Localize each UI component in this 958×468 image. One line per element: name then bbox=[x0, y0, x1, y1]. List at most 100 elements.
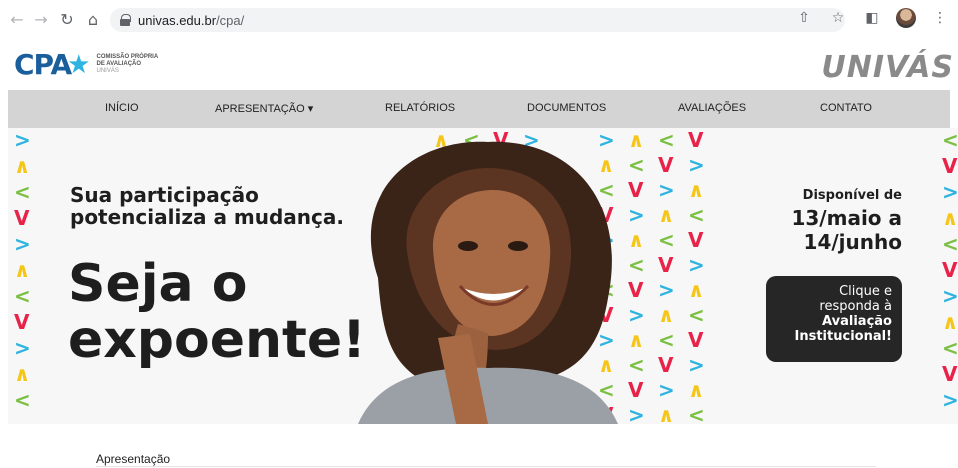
star-icon[interactable]: ☆ bbox=[828, 8, 848, 28]
nav-item-contato[interactable]: CONTATO bbox=[820, 102, 872, 114]
chevron-icon: ∧ bbox=[688, 278, 705, 302]
section-title: Apresentação bbox=[96, 452, 171, 466]
profile-avatar[interactable] bbox=[896, 8, 916, 28]
home-icon[interactable]: ⌂ bbox=[82, 8, 104, 30]
availability-end-date: 14/junho bbox=[803, 230, 902, 254]
chevron-icon: < bbox=[628, 353, 645, 377]
cta-line1: Clique e bbox=[839, 284, 892, 299]
nav-item-relatorios[interactable]: RELATÓRIOS bbox=[385, 102, 455, 114]
chevron-icon: > bbox=[14, 336, 31, 360]
cpa-subtitle-line3: UNIVÁS bbox=[96, 68, 119, 74]
lock-icon[interactable] bbox=[120, 14, 131, 26]
chevron-icon: V bbox=[658, 353, 674, 377]
chevron-icon: V bbox=[628, 278, 644, 302]
hero-banner[interactable]: >∧<V>∧<V>∧<<V>∧<V>∧<V>>∧<V∧<V><V>∧V>∧<>∧… bbox=[8, 128, 958, 424]
chevron-icon: < bbox=[658, 128, 675, 152]
chevron-icon: ∧ bbox=[688, 178, 705, 202]
nav-item-avaliacoes[interactable]: AVALIAÇÕES bbox=[678, 102, 746, 114]
chevron-icon: ∧ bbox=[14, 154, 31, 178]
chevron-icon: V bbox=[658, 153, 674, 177]
back-icon[interactable]: ← bbox=[6, 8, 28, 30]
section-divider bbox=[96, 466, 876, 467]
chevron-icon: > bbox=[942, 180, 958, 204]
star-logo-icon: ★ bbox=[67, 49, 91, 79]
browser-toolbar: ← → ↻ ⌂ univas.edu.br/cpa/ ⇧ ☆ ◧ ⋮ bbox=[0, 0, 958, 38]
chevron-icon: > bbox=[942, 284, 958, 308]
cpa-logo-text: CPA bbox=[14, 48, 72, 81]
availability-start-date: 13/maio a bbox=[791, 206, 902, 230]
address-bar[interactable]: univas.edu.br/cpa/ bbox=[110, 8, 845, 32]
chevron-icon: V bbox=[688, 228, 704, 252]
chevron-icon: V bbox=[628, 178, 644, 202]
chevron-icon: ∧ bbox=[658, 303, 675, 327]
nav-item-inicio[interactable]: INÍCIO bbox=[105, 102, 139, 114]
nav-item-apresentacao[interactable]: APRESENTAÇÃO ▾ bbox=[215, 102, 313, 115]
chevron-icon: ∧ bbox=[628, 328, 645, 352]
chevron-icon: ∧ bbox=[658, 403, 675, 424]
chevron-icon: > bbox=[628, 203, 645, 227]
chevron-icon: V bbox=[688, 328, 704, 352]
forward-icon[interactable]: → bbox=[30, 8, 52, 30]
chevron-icon: > bbox=[658, 378, 675, 402]
chevron-icon: ∧ bbox=[628, 228, 645, 252]
chevron-icon: > bbox=[658, 178, 675, 202]
chevron-icon: < bbox=[942, 232, 958, 256]
chevron-icon: > bbox=[628, 403, 645, 424]
chevron-icon: V bbox=[14, 310, 30, 334]
url-path: /cpa/ bbox=[216, 12, 245, 28]
chevron-icon: < bbox=[14, 284, 31, 308]
sidebar-icon[interactable]: ◧ bbox=[862, 8, 882, 28]
chevron-icon: > bbox=[658, 278, 675, 302]
chevron-icon: V bbox=[658, 253, 674, 277]
chevron-icon: > bbox=[688, 253, 705, 277]
chevron-icon: < bbox=[688, 403, 705, 424]
cpa-logo[interactable]: CPA ★ COMISSÃO PRÓPRIA DE AVALIAÇÃO UNIV… bbox=[14, 48, 158, 81]
reload-icon[interactable]: ↻ bbox=[56, 8, 78, 30]
chevron-icon: < bbox=[942, 336, 958, 360]
chevron-icon: V bbox=[942, 154, 958, 178]
chevron-icon: ∧ bbox=[14, 258, 31, 282]
cta-line2: responda à bbox=[819, 299, 892, 314]
hero-heading: Seja o expoente! bbox=[68, 254, 366, 370]
evaluation-cta-button[interactable]: Clique e responda à Avaliação Institucio… bbox=[766, 276, 902, 362]
chevron-icon: V bbox=[942, 362, 958, 386]
url-host: univas.edu.br bbox=[138, 12, 217, 28]
chevron-icon: < bbox=[628, 253, 645, 277]
nav-item-documentos[interactable]: DOCUMENTOS bbox=[527, 102, 606, 114]
cpa-subtitle-line1: COMISSÃO PRÓPRIA bbox=[96, 54, 159, 60]
chevron-icon: > bbox=[628, 303, 645, 327]
chevron-icon: > bbox=[688, 353, 705, 377]
cpa-subtitle-line2: DE AVALIAÇÃO bbox=[96, 61, 142, 67]
chevron-icon: ∧ bbox=[14, 362, 31, 386]
chevron-icon: < bbox=[658, 228, 675, 252]
availability-dates: 13/maio a 14/junho bbox=[762, 206, 902, 254]
availability-label: Disponível de bbox=[802, 188, 902, 203]
univas-logo[interactable]: UNIVÁS bbox=[821, 50, 954, 85]
chevron-icon: < bbox=[658, 328, 675, 352]
chevron-icon: < bbox=[688, 303, 705, 327]
cta-line4: Institucional! bbox=[794, 329, 892, 344]
hero-subheading: Sua participação potencializa a mudança. bbox=[70, 183, 344, 229]
chevron-icon: > bbox=[942, 388, 958, 412]
chevron-icon: ∧ bbox=[628, 128, 645, 152]
menu-icon[interactable]: ⋮ bbox=[930, 8, 950, 28]
chevron-icon: V bbox=[942, 258, 958, 282]
chevron-icon: V bbox=[688, 128, 704, 152]
chevron-icon: < bbox=[14, 388, 31, 412]
main-navigation: INÍCIO APRESENTAÇÃO ▾ RELATÓRIOS DOCUMEN… bbox=[8, 90, 950, 128]
chevron-icon: < bbox=[688, 203, 705, 227]
chevron-icon: > bbox=[14, 128, 31, 152]
chevron-icon: ∧ bbox=[658, 203, 675, 227]
chevron-icon: V bbox=[14, 206, 30, 230]
cpa-subtitle: COMISSÃO PRÓPRIA DE AVALIAÇÃO UNIVÁS bbox=[96, 54, 158, 75]
chevron-icon: ∧ bbox=[942, 310, 958, 334]
share-icon[interactable]: ⇧ bbox=[794, 8, 814, 28]
chevron-icon: > bbox=[14, 232, 31, 256]
chevron-icon: ∧ bbox=[688, 378, 705, 402]
chevron-icon: V bbox=[628, 378, 644, 402]
cta-line3: Avaliação bbox=[822, 314, 892, 329]
chevron-icon: < bbox=[942, 128, 958, 152]
chevron-icon: < bbox=[628, 153, 645, 177]
chevron-icon: < bbox=[14, 180, 31, 204]
chevron-icon: > bbox=[688, 153, 705, 177]
